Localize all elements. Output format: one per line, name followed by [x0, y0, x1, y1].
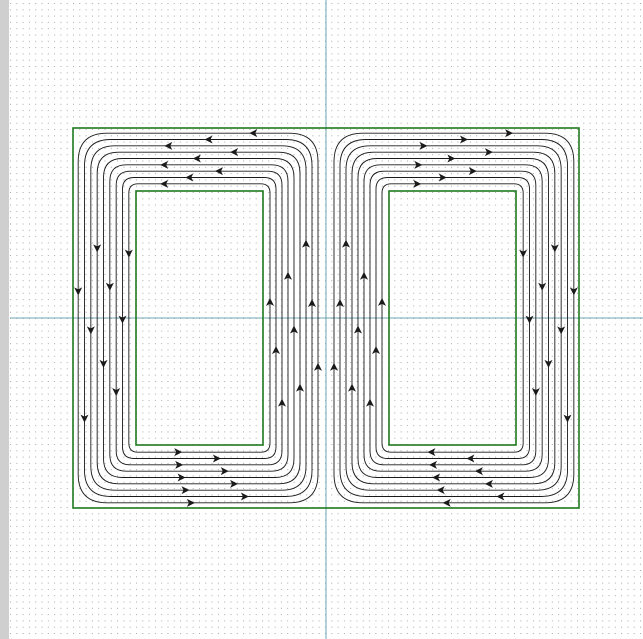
drawing-workspace[interactable]	[0, 0, 643, 639]
field-canvas[interactable]	[0, 0, 643, 639]
